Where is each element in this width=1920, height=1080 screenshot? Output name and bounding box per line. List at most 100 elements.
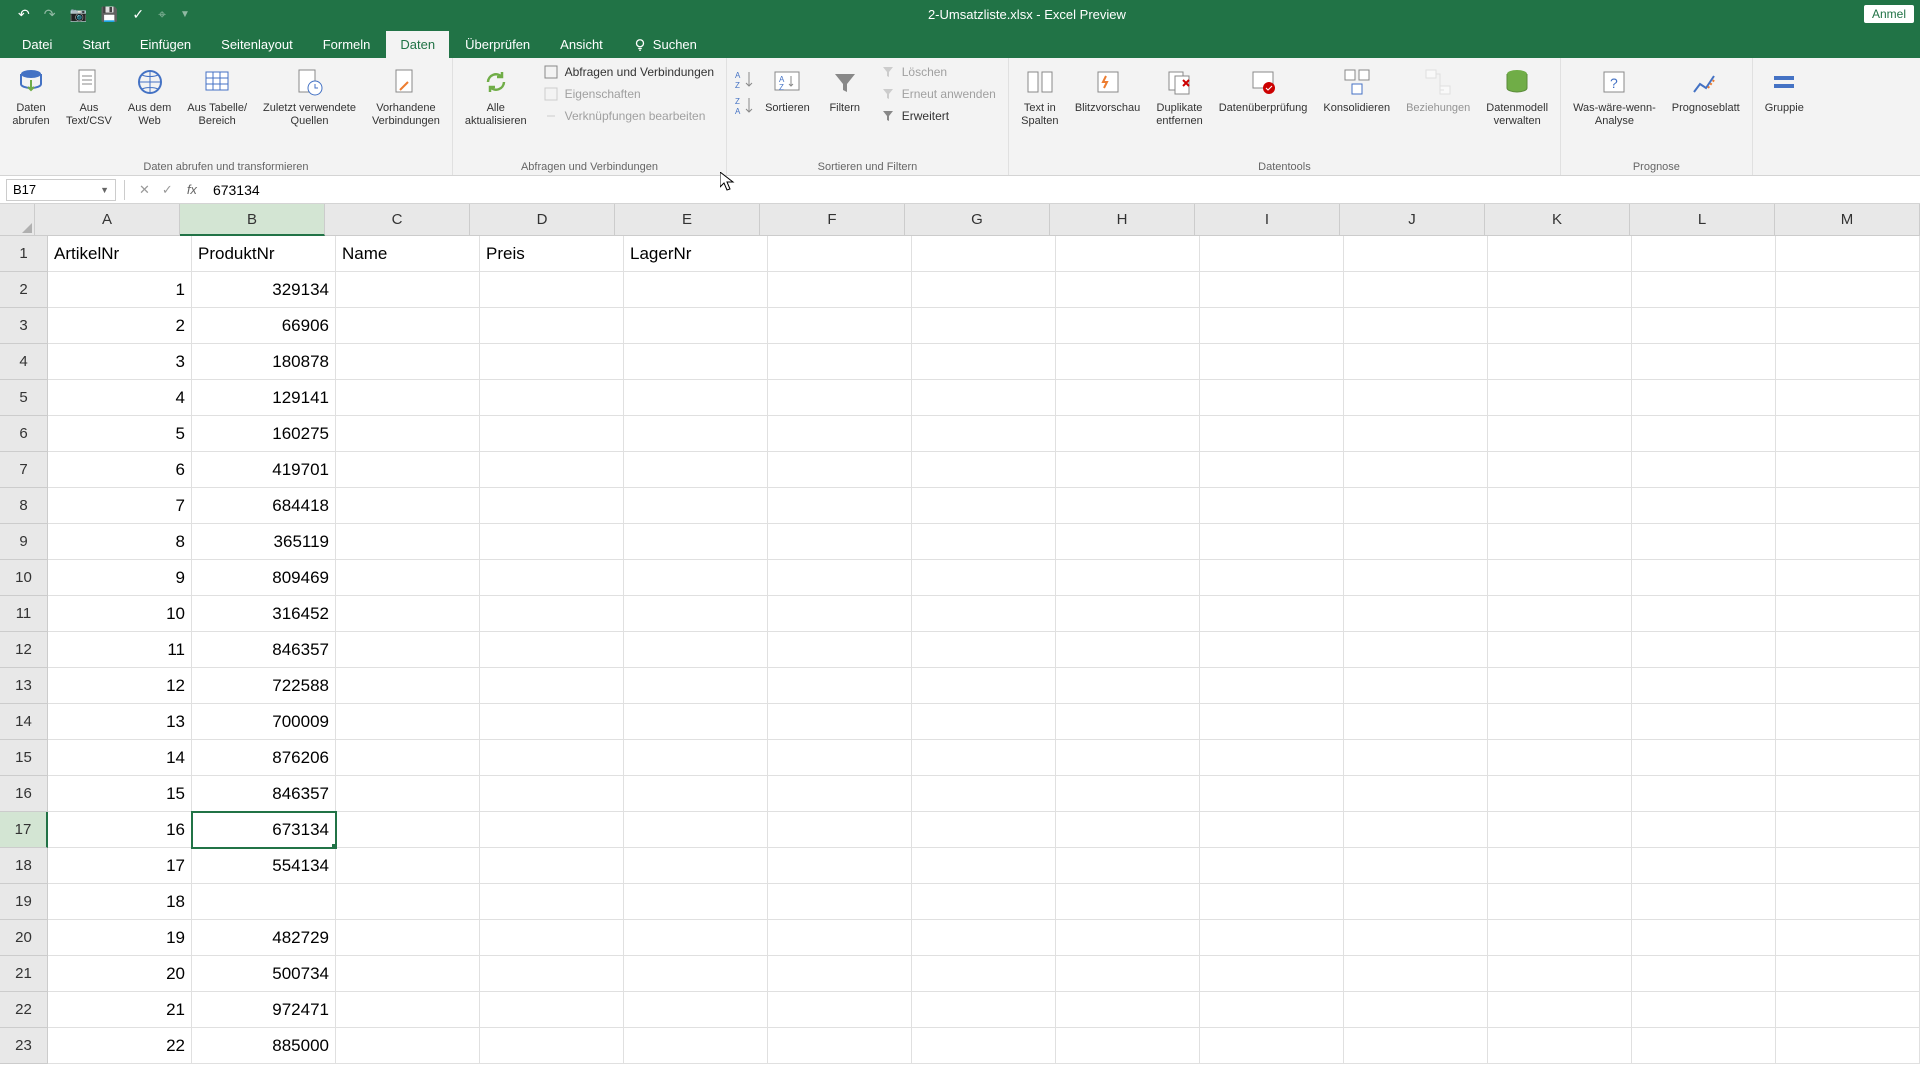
- was-waere-wenn-button[interactable]: ? Was-wäre-wenn- Analyse: [1567, 62, 1662, 131]
- cell[interactable]: ProduktNr: [192, 236, 336, 272]
- cell[interactable]: [1488, 1028, 1632, 1064]
- cell[interactable]: [336, 992, 480, 1028]
- cell[interactable]: [912, 704, 1056, 740]
- tab-datei[interactable]: Datei: [8, 31, 66, 58]
- cell[interactable]: 700009: [192, 704, 336, 740]
- cell[interactable]: [1200, 956, 1344, 992]
- cell[interactable]: [912, 920, 1056, 956]
- cell[interactable]: 500734: [192, 956, 336, 992]
- cell[interactable]: [480, 920, 624, 956]
- blitzvorschau-button[interactable]: Blitzvorschau: [1069, 62, 1146, 119]
- cell[interactable]: [1344, 596, 1488, 632]
- cell[interactable]: [1344, 524, 1488, 560]
- row-header[interactable]: 19: [0, 884, 48, 920]
- cell[interactable]: [1776, 416, 1920, 452]
- tab-ansicht[interactable]: Ansicht: [546, 31, 617, 58]
- cell[interactable]: 16: [48, 812, 192, 848]
- sortieren-button[interactable]: AZ Sortieren: [759, 62, 816, 119]
- cell[interactable]: 885000: [192, 1028, 336, 1064]
- cell[interactable]: [1200, 416, 1344, 452]
- qat-dropdown-icon[interactable]: ▼: [180, 9, 190, 20]
- cell[interactable]: [1344, 812, 1488, 848]
- cell[interactable]: [1776, 380, 1920, 416]
- cell[interactable]: [1776, 632, 1920, 668]
- cell[interactable]: [624, 884, 768, 920]
- cell[interactable]: [336, 416, 480, 452]
- cell[interactable]: [480, 596, 624, 632]
- cell[interactable]: [1056, 776, 1200, 812]
- daten-abrufen-button[interactable]: Daten abrufen: [6, 62, 56, 131]
- cell[interactable]: [1632, 632, 1776, 668]
- cell[interactable]: [1488, 560, 1632, 596]
- cell[interactable]: [1776, 560, 1920, 596]
- cell[interactable]: [912, 452, 1056, 488]
- cell[interactable]: [768, 956, 912, 992]
- prognoseblatt-button[interactable]: Prognoseblatt: [1666, 62, 1746, 119]
- cell[interactable]: [1200, 740, 1344, 776]
- aus-textcsv-button[interactable]: Aus Text/CSV: [60, 62, 118, 131]
- cell[interactable]: [1200, 452, 1344, 488]
- cell[interactable]: [336, 956, 480, 992]
- cell[interactable]: [768, 704, 912, 740]
- cell[interactable]: [624, 812, 768, 848]
- cell[interactable]: [1488, 416, 1632, 452]
- cells-area[interactable]: ArtikelNrProduktNrNamePreisLagerNr132913…: [48, 236, 1920, 1080]
- cell[interactable]: 4: [48, 380, 192, 416]
- cell[interactable]: [912, 956, 1056, 992]
- beziehungen-button[interactable]: Beziehungen: [1400, 62, 1476, 119]
- cell[interactable]: [912, 416, 1056, 452]
- vorhandene-button[interactable]: Vorhandene Verbindungen: [366, 62, 446, 131]
- cell[interactable]: [480, 1028, 624, 1064]
- cell[interactable]: [1488, 956, 1632, 992]
- cell[interactable]: LagerNr: [624, 236, 768, 272]
- cell[interactable]: [1200, 848, 1344, 884]
- cell[interactable]: 6: [48, 452, 192, 488]
- cell[interactable]: [768, 812, 912, 848]
- cell[interactable]: 482729: [192, 920, 336, 956]
- cell[interactable]: [1632, 884, 1776, 920]
- cell[interactable]: 846357: [192, 776, 336, 812]
- cell[interactable]: [1200, 488, 1344, 524]
- cell[interactable]: 419701: [192, 452, 336, 488]
- cell[interactable]: [624, 560, 768, 596]
- cell[interactable]: [336, 452, 480, 488]
- cell[interactable]: [624, 920, 768, 956]
- aus-tabelle-button[interactable]: Aus Tabelle/ Bereich: [181, 62, 253, 131]
- cell[interactable]: [1344, 632, 1488, 668]
- tab-suchen[interactable]: Suchen: [619, 31, 711, 58]
- row-header[interactable]: 1: [0, 236, 48, 272]
- cell[interactable]: [1488, 380, 1632, 416]
- column-header[interactable]: L: [1630, 204, 1775, 236]
- cell[interactable]: 19: [48, 920, 192, 956]
- cell[interactable]: 673134: [192, 812, 336, 848]
- cell[interactable]: [624, 452, 768, 488]
- sort-desc-icon[interactable]: ZA: [733, 94, 755, 116]
- column-header[interactable]: A: [35, 204, 180, 236]
- tab-formeln[interactable]: Formeln: [309, 31, 385, 58]
- cell[interactable]: [1632, 812, 1776, 848]
- cell[interactable]: [336, 560, 480, 596]
- cell[interactable]: [624, 272, 768, 308]
- cell[interactable]: [1056, 848, 1200, 884]
- cell[interactable]: [1776, 704, 1920, 740]
- column-header[interactable]: B: [180, 204, 325, 236]
- cell[interactable]: [1056, 812, 1200, 848]
- cell[interactable]: [480, 632, 624, 668]
- cell[interactable]: ArtikelNr: [48, 236, 192, 272]
- cell[interactable]: 13: [48, 704, 192, 740]
- cell[interactable]: [1056, 236, 1200, 272]
- cell[interactable]: [1488, 740, 1632, 776]
- login-button[interactable]: Anmel: [1864, 5, 1914, 23]
- cell[interactable]: [1632, 992, 1776, 1028]
- cell[interactable]: [768, 308, 912, 344]
- cell[interactable]: 12: [48, 668, 192, 704]
- cell[interactable]: [336, 1028, 480, 1064]
- cell[interactable]: [624, 848, 768, 884]
- datenmodell-button[interactable]: Datenmodell verwalten: [1480, 62, 1554, 131]
- cell[interactable]: [912, 884, 1056, 920]
- cell[interactable]: [1056, 956, 1200, 992]
- cell[interactable]: 365119: [192, 524, 336, 560]
- cell[interactable]: [1056, 344, 1200, 380]
- cell[interactable]: [912, 524, 1056, 560]
- cell[interactable]: [1776, 740, 1920, 776]
